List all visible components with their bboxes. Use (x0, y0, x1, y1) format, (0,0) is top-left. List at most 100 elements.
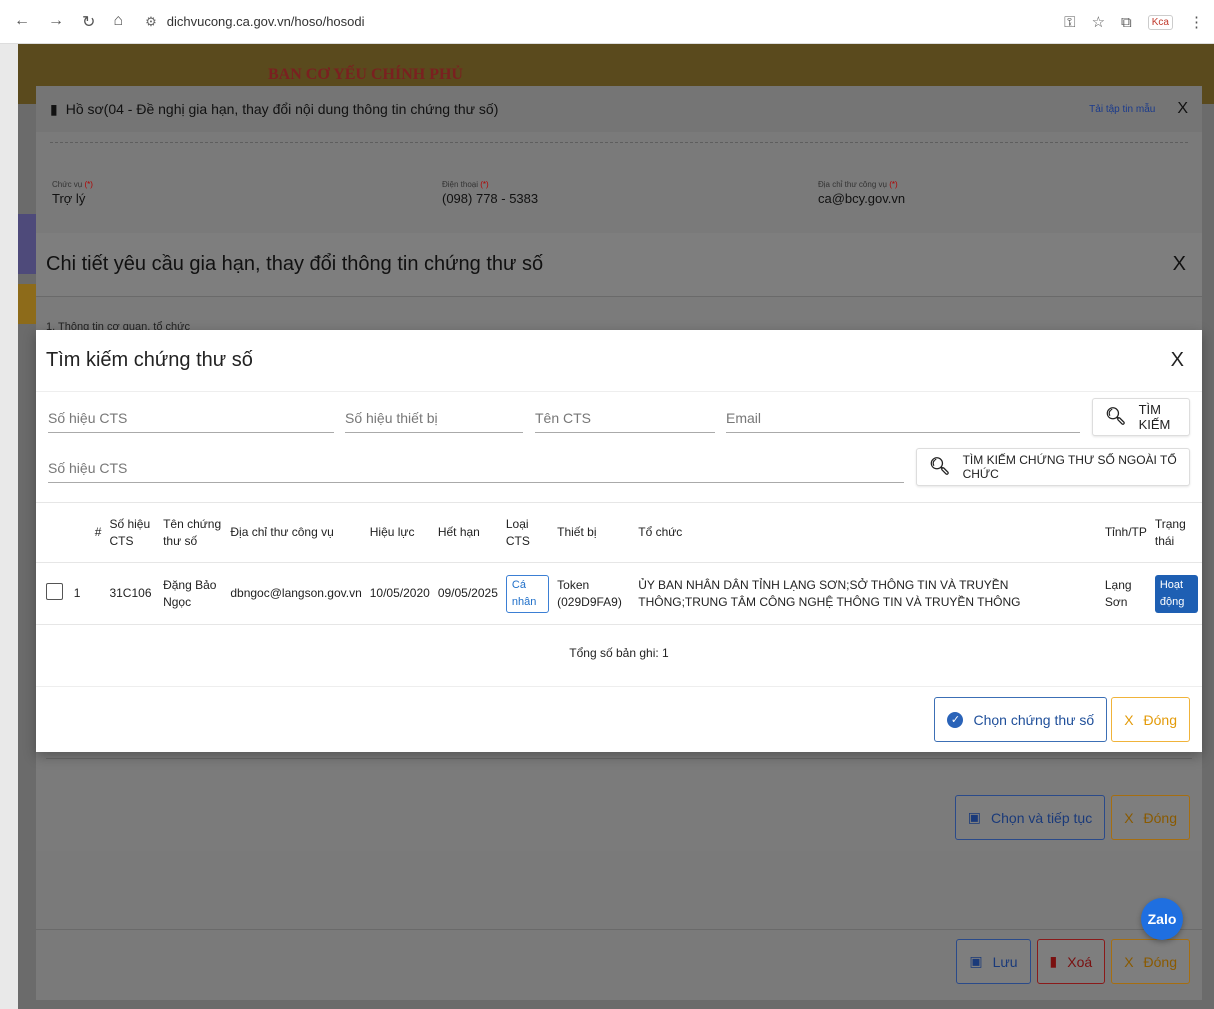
row-checkbox-cell (36, 562, 70, 625)
search-button[interactable]: 🔍︎ TÌM KIẾM (1092, 398, 1190, 436)
browser-menu-icon[interactable]: ⋮ (1189, 13, 1204, 31)
serial2-input[interactable] (48, 460, 904, 476)
zalo-chat-button[interactable]: Zalo (1141, 898, 1183, 940)
save-button-label: Lưu (992, 953, 1018, 970)
device-serial-input[interactable] (345, 410, 523, 426)
row-index: 1 (69, 562, 106, 625)
serial2-input-wrap (48, 460, 904, 483)
column-header: Tên chứng thư số (159, 502, 227, 563)
search-icon: 🔍︎ (1105, 407, 1127, 426)
close-button-label: Đóng (1143, 711, 1177, 728)
delete-button-label: Xoá (1067, 953, 1093, 970)
serial-input-wrap (48, 410, 334, 433)
certificate-search-close-button[interactable]: X Đóng (1111, 697, 1190, 742)
field-value: (098) 778 - 5383 (442, 191, 539, 206)
extensions-puzzle-icon[interactable]: ⧉ (1121, 14, 1132, 31)
search-outside-org-button[interactable]: 🔍︎ TÌM KIẾM CHỨNG THƯ SỐ NGOÀI TỔ CHỨC (916, 448, 1190, 486)
search-button-label: TÌM KIẾM (1138, 402, 1171, 432)
close-icon: X (1124, 809, 1134, 826)
position-field[interactable]: Chức vụ (*) Trợ lý (52, 180, 93, 206)
column-header: # (69, 502, 106, 563)
divider (46, 758, 1192, 759)
home-icon[interactable]: ⌂ (113, 12, 123, 32)
cell-type: Cá nhân (501, 562, 554, 625)
banner-title: BAN CƠ YẾU CHÍNH PHỦ (268, 66, 463, 83)
column-header: Trạng thái (1150, 502, 1202, 563)
close-button-label: Đóng (1143, 953, 1177, 970)
address-bar[interactable]: dichvucong.ca.gov.vn/hoso/hosodi (167, 14, 365, 29)
field-label: Điện thoại (442, 180, 479, 189)
cert-name-input[interactable] (535, 410, 715, 426)
certificate-table: # Số hiệu CTS Tên chứng thư số Địa chỉ t… (36, 502, 1202, 625)
floppy-icon: ▣ (969, 953, 983, 969)
divider (50, 142, 1188, 143)
select-certificate-button[interactable]: ✓ Chọn chứng thư số (934, 697, 1108, 742)
cell-device: Token (029D9FA9) (553, 562, 635, 625)
cell-province: Lạng Sơn (1100, 562, 1151, 625)
request-detail-header: Chi tiết yêu cầu gia hạn, thay đổi thông… (36, 233, 1202, 297)
trash-icon: ▮ (1049, 953, 1058, 969)
column-header: Tổ chức (634, 502, 1101, 563)
column-header: Tỉnh/TP (1100, 502, 1151, 563)
column-header: Số hiệu CTS (105, 502, 160, 563)
browser-toolbar: ← → ↻ ⌂ ⚙ dichvucong.ca.gov.vn/hoso/hoso… (0, 0, 1214, 44)
table-header-row: # Số hiệu CTS Tên chứng thư số Địa chỉ t… (36, 502, 1202, 563)
cell-status: Hoạt động (1150, 562, 1202, 625)
column-header: Thiết bị (553, 502, 635, 563)
dossier-dialog-title: Hồ sơ(04 - Đề nghị gia hạn, thay đổi nội… (65, 101, 499, 117)
required-marker: (*) (84, 180, 93, 189)
total-records: Tổng số bản ghi: 1 (569, 646, 669, 660)
field-label: Địa chỉ thư công vụ (818, 180, 887, 189)
cell-valid-from: 10/05/2020 (365, 562, 434, 625)
certificate-search-title: Tìm kiếm chứng thư số (46, 349, 253, 371)
close-button-label: Đóng (1143, 809, 1177, 826)
divider (36, 686, 1202, 687)
dossier-footer-actions: ▣ Lưu ▮ Xoá X Đóng (956, 939, 1190, 984)
cell-org: ỦY BAN NHÂN DÂN TỈNH LẠNG SƠN;SỞ THÔNG T… (634, 562, 1101, 625)
dossier-dialog-header: ▮ Hồ sơ(04 - Đề nghị gia hạn, thay đổi n… (36, 86, 1202, 132)
email-input[interactable] (726, 410, 1080, 426)
select-certificate-label: Chọn chứng thư số (973, 711, 1095, 728)
row-checkbox[interactable] (46, 582, 63, 600)
close-icon: X (1124, 711, 1134, 728)
phone-field[interactable]: Điện thoại (*) (098) 778 - 5383 (442, 180, 538, 206)
official-email-field[interactable]: Địa chỉ thư công vụ (*) ca@bcy.gov.vn (818, 180, 905, 206)
search-outside-label: TÌM KIẾM CHỨNG THƯ SỐ NGOÀI TỔ CHỨC (962, 453, 1177, 481)
column-header-select (36, 502, 70, 563)
email-input-wrap (726, 410, 1080, 433)
divider (36, 929, 1202, 930)
select-continue-label: Chọn và tiếp tục (991, 809, 1093, 826)
table-row[interactable]: 1 31C106 Đặng Bảo Ngọc dbngoc@langson.go… (36, 562, 1202, 625)
document-icon: ▮ (50, 100, 58, 117)
serial-input[interactable] (48, 410, 334, 426)
certificate-search-close-icon[interactable]: X (1171, 349, 1192, 372)
search-icon: 🔍︎ (929, 457, 951, 476)
request-detail-close-icon[interactable]: X (1173, 253, 1192, 276)
password-key-icon[interactable]: ⚿ (1064, 14, 1075, 31)
request-detail-title: Chi tiết yêu cầu gia hạn, thay đổi thông… (46, 253, 544, 275)
back-icon[interactable]: ← (14, 12, 30, 32)
extension-icon[interactable]: Kca (1147, 14, 1173, 30)
download-template-link[interactable]: Tải tập tin mẫu (1089, 104, 1155, 115)
forward-icon[interactable]: → (48, 12, 64, 32)
select-continue-button[interactable]: ▣ Chọn và tiếp tục (954, 795, 1106, 840)
reload-icon[interactable]: ↻ (82, 12, 95, 32)
certificate-search-header: Tìm kiếm chứng thư số X (36, 330, 1202, 392)
delete-button[interactable]: ▮ Xoá (1036, 939, 1106, 984)
dossier-close-icon[interactable]: X (1177, 100, 1188, 118)
dossier-close-button[interactable]: X Đóng (1111, 939, 1190, 984)
save-button[interactable]: ▣ Lưu (956, 939, 1031, 984)
required-marker: (*) (889, 180, 898, 189)
column-header: Loại CTS (501, 502, 554, 563)
status-badge: Hoạt động (1154, 574, 1198, 613)
side-decoration (18, 284, 36, 324)
bookmark-star-icon[interactable]: ☆ (1092, 13, 1105, 31)
field-label: Chức vụ (52, 180, 83, 189)
certificate-search-dialog: Tìm kiếm chứng thư số X 🔍︎ TÌM KIẾM 🔍︎ T… (36, 330, 1202, 752)
cert-type-badge: Cá nhân (505, 574, 550, 613)
request-detail-close-button[interactable]: X Đóng (1111, 795, 1190, 840)
floppy-icon: ▣ (967, 809, 982, 825)
site-settings-icon[interactable]: ⚙ (145, 14, 157, 30)
certificate-search-actions: ✓ Chọn chứng thư số X Đóng (934, 697, 1190, 742)
field-value: Trợ lý (52, 191, 86, 206)
